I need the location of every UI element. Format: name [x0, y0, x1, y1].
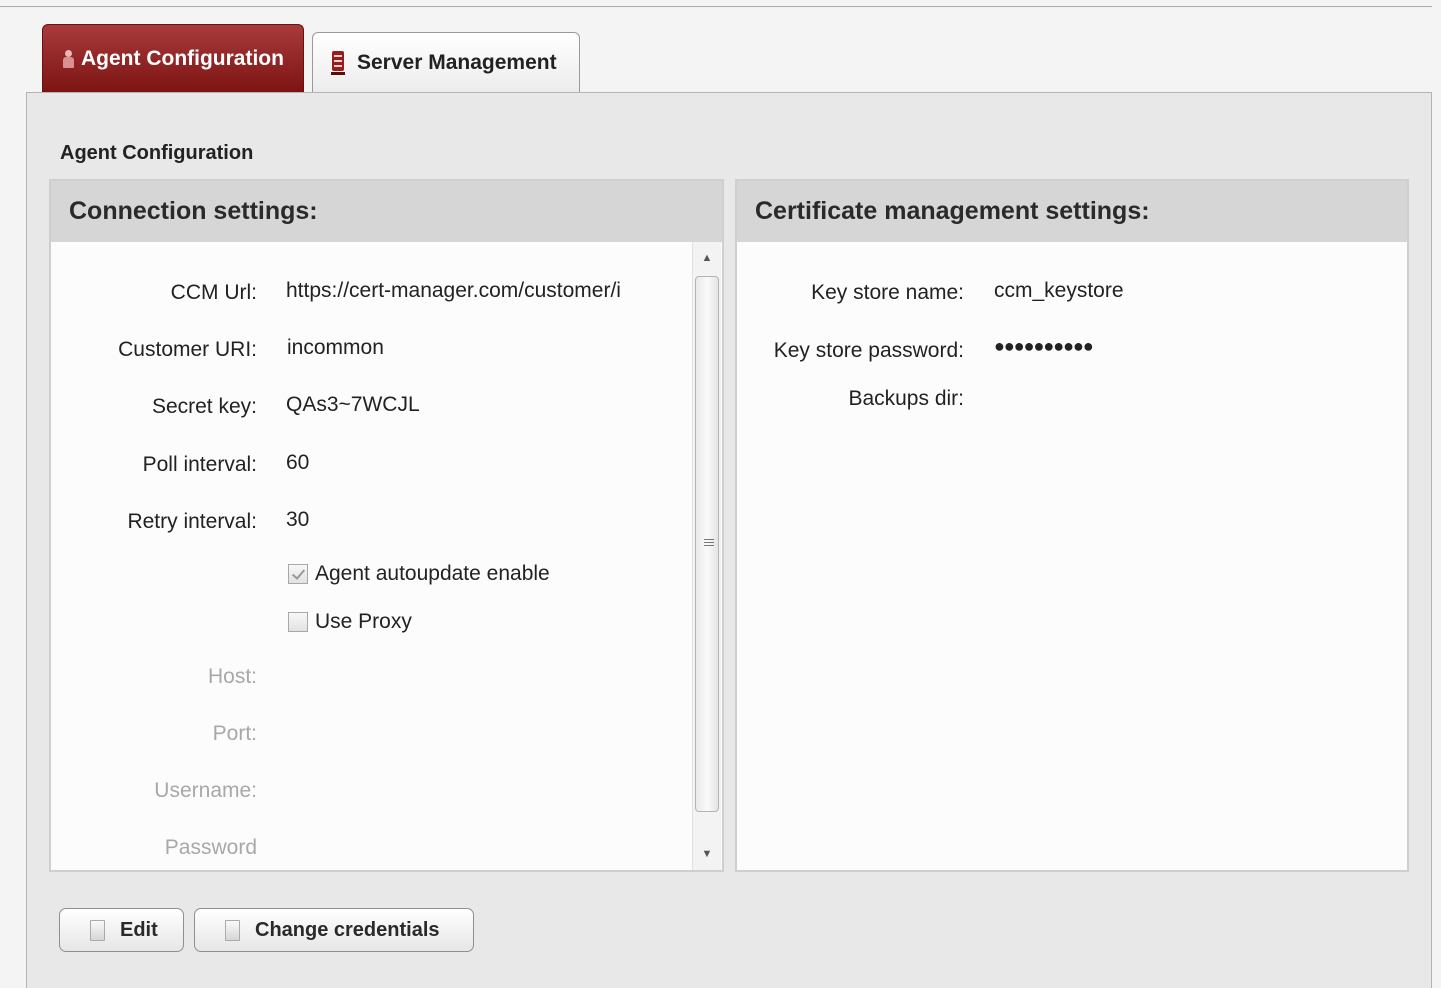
edit-button-label: Edit [120, 918, 158, 941]
key-store-password-value: ●●●●●●●●●● [994, 336, 1094, 356]
poll-interval-label: Poll interval: [142, 453, 257, 476]
document-icon [90, 919, 105, 941]
secret-key-value: QAs3~7WCJL [286, 393, 420, 416]
autoupdate-row: Agent autoupdate enable [288, 562, 550, 586]
key-store-name-value: ccm_keystore [994, 279, 1124, 302]
key-store-name-label: Key store name: [811, 281, 964, 304]
customer-uri-label: Customer URI: [118, 338, 257, 361]
retry-interval-label: Retry interval: [127, 510, 257, 533]
scroll-up-icon[interactable]: ▲ [693, 246, 721, 270]
ccm-url-label: CCM Url: [170, 281, 257, 304]
poll-interval-value: 60 [286, 451, 310, 474]
agent-icon [63, 49, 74, 68]
autoupdate-checkbox[interactable] [288, 564, 308, 584]
scroll-down-icon[interactable]: ▼ [693, 842, 721, 866]
scrollbar-thumb[interactable] [695, 276, 719, 812]
tab-server-management[interactable]: Server Management [312, 32, 580, 93]
section-title: Agent Configuration [60, 142, 254, 164]
key-store-password-label: Key store password: [773, 339, 964, 362]
certificate-settings-header: Certificate management settings: [737, 181, 1407, 242]
server-icon [331, 51, 345, 75]
autoupdate-label: Agent autoupdate enable [315, 562, 550, 585]
tab-agent-configuration-label: Agent Configuration [81, 46, 284, 70]
proxy-port-label: Port: [212, 722, 257, 745]
use-proxy-label: Use Proxy [315, 610, 412, 633]
backups-dir-label: Backups dir: [848, 387, 964, 410]
tab-server-management-label: Server Management [357, 51, 557, 74]
proxy-password-label: Password [164, 836, 257, 859]
retry-interval-value: 30 [286, 508, 310, 531]
customer-uri-value: incommon [287, 336, 384, 359]
use-proxy-checkbox[interactable] [288, 612, 308, 632]
use-proxy-row: Use Proxy [288, 610, 412, 634]
document-icon [225, 919, 240, 941]
change-credentials-button[interactable]: Change credentials [194, 908, 474, 952]
connection-settings-header: Connection settings: [51, 181, 722, 242]
edit-button[interactable]: Edit [59, 908, 184, 952]
secret-key-label: Secret key: [151, 395, 257, 418]
change-credentials-button-label: Change credentials [255, 918, 440, 941]
proxy-host-label: Host: [207, 665, 257, 688]
ccm-url-value: https://cert-manager.com/customer/i [286, 279, 621, 302]
top-divider [0, 6, 1432, 7]
connection-scrollbar[interactable]: ▲ ▼ [692, 242, 721, 870]
proxy-username-label: Username: [154, 779, 257, 802]
tab-agent-configuration[interactable]: Agent Configuration [42, 24, 304, 92]
